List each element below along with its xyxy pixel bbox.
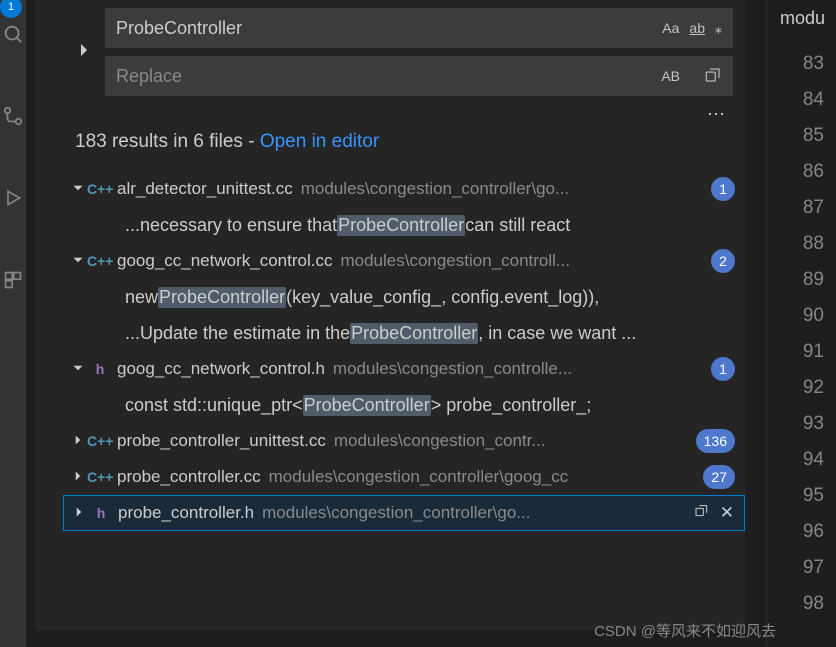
file-path: modules\congestion_controller\go... — [301, 179, 705, 199]
line-numbers: 83848586878889909192939495969798 — [803, 46, 824, 622]
line-number: 92 — [803, 370, 824, 406]
line-number: 96 — [803, 514, 824, 550]
search-input[interactable] — [116, 18, 662, 39]
results-summary: 183 results in 6 files - Open in editor — [75, 131, 745, 153]
line-number: 84 — [803, 82, 824, 118]
line-number: 97 — [803, 550, 824, 586]
match-row[interactable]: ...necessary to ensure that ProbeControl… — [63, 207, 745, 243]
line-number: 93 — [803, 406, 824, 442]
whole-word-icon[interactable]: ab — [689, 20, 705, 36]
match-count-badge: 1 — [711, 177, 735, 201]
line-number: 89 — [803, 262, 824, 298]
filetype-icon: h — [88, 505, 114, 521]
replace-file-icon[interactable] — [694, 503, 710, 524]
line-number: 91 — [803, 334, 824, 370]
preserve-case-icon[interactable]: AB — [661, 68, 680, 84]
file-name: goog_cc_network_control.cc — [117, 251, 332, 271]
filetype-icon: C++ — [87, 253, 113, 269]
file-path: modules\congestion_controller\go... — [262, 503, 686, 523]
match-highlight: ProbeController — [350, 323, 478, 344]
dismiss-icon[interactable]: ✕ — [720, 503, 734, 524]
file-name: goog_cc_network_control.h — [117, 359, 325, 379]
line-number: 86 — [803, 154, 824, 190]
chevron-icon[interactable] — [69, 361, 87, 377]
chevron-icon[interactable] — [70, 505, 88, 521]
search-panel: Aa ab ⁎ AB ⋯ 183 results in 6 files - Op… — [35, 0, 745, 630]
chevron-icon[interactable] — [69, 469, 87, 485]
line-number: 94 — [803, 442, 824, 478]
file-path: modules\congestion_controll... — [340, 251, 705, 271]
replace-input[interactable] — [116, 66, 661, 87]
watermark: CSDN @等风来不如迎风去 — [594, 620, 776, 641]
open-in-editor-link[interactable]: Open in editor — [260, 131, 379, 152]
file-name: probe_controller.h — [118, 503, 254, 523]
match-row[interactable]: ...Update the estimate in the ProbeContr… — [63, 315, 745, 351]
source-control-icon[interactable] — [1, 104, 25, 128]
file-path: modules\congestion_contr... — [334, 431, 690, 451]
line-number: 90 — [803, 298, 824, 334]
line-number: 88 — [803, 226, 824, 262]
chevron-icon[interactable] — [69, 253, 87, 269]
filetype-icon: C++ — [87, 433, 113, 449]
replace-all-icon[interactable] — [704, 66, 722, 87]
regex-icon[interactable]: ⁎ — [715, 20, 722, 37]
file-name: alr_detector_unittest.cc — [117, 179, 293, 199]
match-count-badge: 2 — [711, 249, 735, 273]
file-row[interactable]: C++probe_controller_unittest.cc modules\c… — [63, 423, 745, 459]
match-row[interactable]: new ProbeController(key_value_config_, c… — [63, 279, 745, 315]
extensions-icon[interactable] — [1, 268, 25, 292]
file-row[interactable]: C++alr_detector_unittest.cc modules\conge… — [63, 171, 745, 207]
filetype-icon: h — [87, 361, 113, 377]
more-options-icon[interactable]: ⋯ — [35, 104, 745, 125]
file-path: modules\congestion_controller\goog_cc — [269, 467, 698, 487]
line-number: 85 — [803, 118, 824, 154]
editor-tab-label[interactable]: modu — [780, 8, 825, 29]
file-row[interactable]: hprobe_controller.h modules\congestion_co… — [63, 495, 745, 531]
line-number: 87 — [803, 190, 824, 226]
toggle-replace-icon[interactable] — [77, 42, 93, 63]
activity-badge: 1 — [0, 0, 22, 18]
line-number: 95 — [803, 478, 824, 514]
chevron-icon[interactable] — [69, 433, 87, 449]
run-icon[interactable] — [1, 186, 25, 210]
match-count-badge: 1 — [711, 357, 735, 381]
search-input-row: Aa ab ⁎ — [105, 8, 733, 48]
file-path: modules\congestion_controlle... — [333, 359, 705, 379]
match-case-icon[interactable]: Aa — [662, 20, 679, 36]
file-row[interactable]: C++goog_cc_network_control.cc modules\con… — [63, 243, 745, 279]
file-name: probe_controller_unittest.cc — [117, 431, 326, 451]
match-count-badge: 27 — [703, 465, 735, 489]
search-icon[interactable] — [1, 22, 25, 46]
filetype-icon: C++ — [87, 469, 113, 485]
replace-input-row: AB — [105, 56, 733, 96]
editor-strip — [766, 0, 836, 647]
match-highlight: ProbeController — [158, 287, 286, 308]
match-count-badge: 136 — [696, 429, 735, 453]
line-number: 83 — [803, 46, 824, 82]
chevron-icon[interactable] — [69, 181, 87, 197]
file-row[interactable]: hgoog_cc_network_control.h modules\conges… — [63, 351, 745, 387]
file-name: probe_controller.cc — [117, 467, 261, 487]
line-number: 98 — [803, 586, 824, 622]
file-row[interactable]: C++probe_controller.cc modules\congestion… — [63, 459, 745, 495]
filetype-icon: C++ — [87, 181, 113, 197]
results-tree: C++alr_detector_unittest.ccmodules\conge… — [63, 171, 745, 531]
match-highlight: ProbeController — [303, 395, 431, 416]
match-row[interactable]: const std::unique_ptr<ProbeController> p… — [63, 387, 745, 423]
match-highlight: ProbeController — [337, 215, 465, 236]
activity-bar: 1 — [0, 0, 26, 647]
